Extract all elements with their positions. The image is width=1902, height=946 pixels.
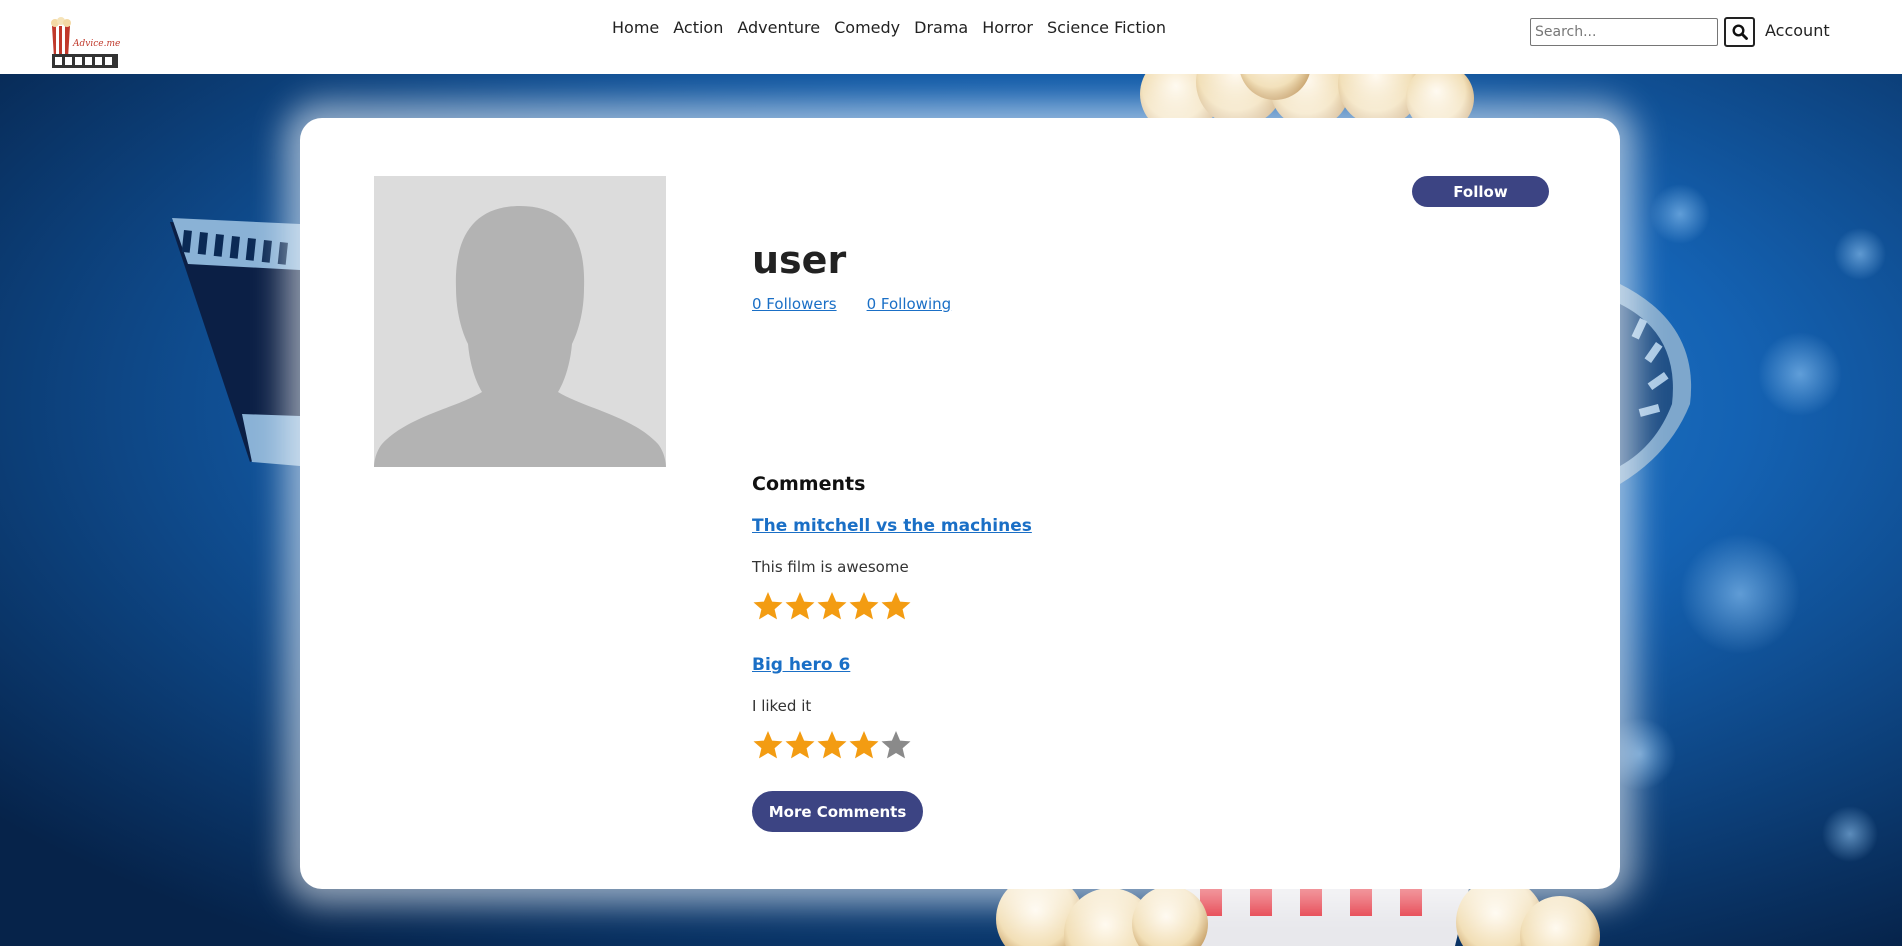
comment-rating xyxy=(752,729,912,761)
follow-stats: 0 Followers 0 Following xyxy=(752,295,951,313)
follow-button[interactable]: Follow xyxy=(1412,176,1549,207)
following-link[interactable]: 0 Following xyxy=(867,295,952,313)
comment-text: This film is awesome xyxy=(752,558,909,576)
star-filled-icon xyxy=(785,731,815,759)
profile-username: user xyxy=(752,238,847,282)
more-comments-button[interactable]: More Comments xyxy=(752,791,923,832)
search-icon xyxy=(1731,24,1748,40)
nav-comedy[interactable]: Comedy xyxy=(834,18,900,37)
star-filled-icon xyxy=(817,592,847,620)
star-filled-icon xyxy=(753,731,783,759)
comment-movie-link[interactable]: The mitchell vs the machines xyxy=(752,516,1032,536)
avatar-silhouette-icon xyxy=(374,176,666,467)
search-button[interactable] xyxy=(1724,17,1755,47)
comment-item: The mitchell vs the machines This film i… xyxy=(752,516,1032,622)
profile-avatar xyxy=(374,176,666,467)
followers-link[interactable]: 0 Followers xyxy=(752,295,837,313)
nav-horror[interactable]: Horror xyxy=(982,18,1033,37)
account-link[interactable]: Account xyxy=(1765,21,1830,40)
comment-text: I liked it xyxy=(752,697,812,715)
genre-nav: Home Action Adventure Comedy Drama Horro… xyxy=(612,18,1166,37)
comments-heading: Comments xyxy=(752,473,866,495)
star-filled-icon xyxy=(849,592,879,620)
site-logo[interactable]: Advice.me xyxy=(48,14,122,74)
search-input[interactable] xyxy=(1530,18,1718,46)
star-empty-icon xyxy=(881,731,911,759)
nav-drama[interactable]: Drama xyxy=(914,18,968,37)
popcorn-logo-icon: Advice.me xyxy=(51,17,120,68)
star-filled-icon xyxy=(849,731,879,759)
profile-card: Follow user 0 Followers 0 Following Comm… xyxy=(300,118,1620,889)
comment-item: Big hero 6 I liked it xyxy=(752,655,912,761)
star-filled-icon xyxy=(753,592,783,620)
nav-home[interactable]: Home xyxy=(612,18,659,37)
star-filled-icon xyxy=(881,592,911,620)
nav-science-fiction[interactable]: Science Fiction xyxy=(1047,18,1166,37)
logo-text: Advice.me xyxy=(72,39,120,49)
star-filled-icon xyxy=(817,731,847,759)
nav-action[interactable]: Action xyxy=(673,18,723,37)
nav-adventure[interactable]: Adventure xyxy=(737,18,820,37)
comment-movie-link[interactable]: Big hero 6 xyxy=(752,655,912,675)
top-navbar: Advice.me Home Action Adventure Comedy D… xyxy=(0,0,1902,74)
comment-rating xyxy=(752,590,1032,622)
star-filled-icon xyxy=(785,592,815,620)
